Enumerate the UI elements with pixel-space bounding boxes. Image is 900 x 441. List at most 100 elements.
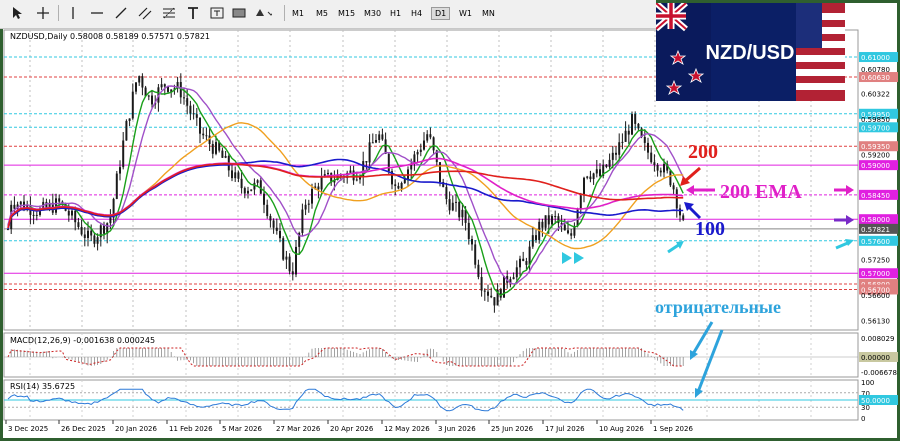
date-label: 26 Dec 2025 (61, 425, 106, 433)
candle-body (397, 185, 400, 189)
candle-body (663, 164, 665, 173)
candle-body (349, 170, 352, 173)
us-flag-icon (796, 3, 845, 101)
candle-body (93, 235, 96, 244)
candle-body (307, 203, 310, 205)
candle-body (515, 267, 518, 278)
candle-body (480, 276, 483, 291)
candle-body (474, 244, 477, 265)
candle-body (407, 169, 409, 179)
candle-body (199, 117, 201, 134)
rsi-header: RSI(14) 35.6725 (10, 382, 75, 391)
candle-body (304, 204, 307, 210)
candle-body (547, 215, 550, 225)
candle-body (563, 224, 566, 231)
candle-body (119, 167, 121, 174)
candle-body (151, 95, 153, 105)
candle-body (394, 184, 397, 186)
candle-body (365, 161, 368, 163)
candle-body (608, 159, 611, 167)
candle-body (259, 180, 262, 194)
candle-body (499, 289, 502, 298)
candle-body (541, 221, 544, 228)
candle-body (71, 210, 73, 216)
candle-body (163, 84, 166, 87)
candle-body (160, 84, 163, 88)
candle-body (80, 226, 83, 235)
price-label: 0.56130 (861, 317, 890, 325)
candle-body (471, 239, 473, 245)
price-label: 0.57821 (861, 226, 890, 234)
price-label: 0.56600 (861, 292, 890, 300)
candle-body (554, 216, 557, 218)
candle-body (583, 177, 585, 196)
candle-body (519, 258, 521, 268)
candle-body (647, 142, 649, 153)
candle-body (58, 198, 61, 202)
candle-body (675, 189, 678, 209)
candle-body (551, 216, 553, 225)
candle-body (231, 170, 233, 179)
date-label: 3 Dec 2025 (8, 425, 48, 433)
candle-body (96, 237, 99, 244)
date-label: 17 Jul 2026 (545, 425, 585, 433)
price-label: 0.57600 (861, 238, 890, 246)
candle-body (631, 114, 633, 135)
candle-body (669, 170, 672, 186)
price-label: 0.60630 (861, 74, 890, 82)
label-ma100: 100 (695, 218, 725, 240)
candle-body (247, 190, 249, 194)
candle-body (122, 140, 125, 168)
candle-body (384, 139, 387, 154)
date-label: 10 Aug 2026 (599, 425, 644, 433)
candle-body (586, 176, 589, 178)
candle-body (611, 152, 614, 160)
price-label: 0.59350 (861, 143, 890, 151)
price-label: 0.60322 (861, 91, 890, 99)
candle-body (637, 123, 640, 129)
candle-body (448, 199, 451, 211)
date-label: 11 Feb 2026 (169, 425, 213, 433)
candle-body (240, 178, 243, 189)
candle-body (355, 179, 358, 181)
price-label: 0.58450 (861, 192, 890, 200)
candle-body (634, 114, 637, 124)
candle-body (525, 261, 528, 265)
price-label: 0.57000 (861, 270, 890, 278)
rsi-label: 30 (861, 404, 870, 412)
candle-body (679, 208, 681, 216)
label-ema200: 200 EMA (720, 181, 802, 203)
candle-body (87, 230, 89, 238)
price-label: 0.58000 (861, 216, 890, 224)
date-label: 1 Sep 2026 (653, 425, 693, 433)
candle-body (282, 238, 285, 260)
candle-body (400, 183, 403, 189)
candle-body (371, 142, 374, 144)
candle-body (211, 143, 214, 154)
candle-body (131, 91, 134, 119)
candle-body (487, 291, 489, 296)
macd-label: 0.00000 (861, 354, 890, 362)
date-label: 12 May 2026 (384, 425, 430, 433)
candle-body (426, 134, 429, 141)
date-label: 27 Mar 2026 (276, 425, 321, 433)
candle-body (311, 188, 313, 204)
candle-body (141, 76, 144, 88)
candle-body (234, 172, 237, 179)
candle-body (592, 173, 595, 180)
candle-body (221, 150, 224, 158)
candle-body (672, 185, 675, 190)
candle-body (147, 95, 150, 97)
candle-body (455, 201, 457, 203)
candle-body (32, 214, 35, 216)
candle-body (615, 152, 617, 155)
candle-body (13, 204, 16, 209)
date-label: 5 Mar 2026 (222, 425, 262, 433)
candle-body (295, 246, 297, 275)
candle-body (579, 195, 582, 210)
candle-body (77, 222, 80, 227)
candle-body (483, 290, 486, 292)
candle-body (202, 133, 205, 136)
candle-body (595, 169, 598, 174)
candle-body (195, 114, 198, 118)
